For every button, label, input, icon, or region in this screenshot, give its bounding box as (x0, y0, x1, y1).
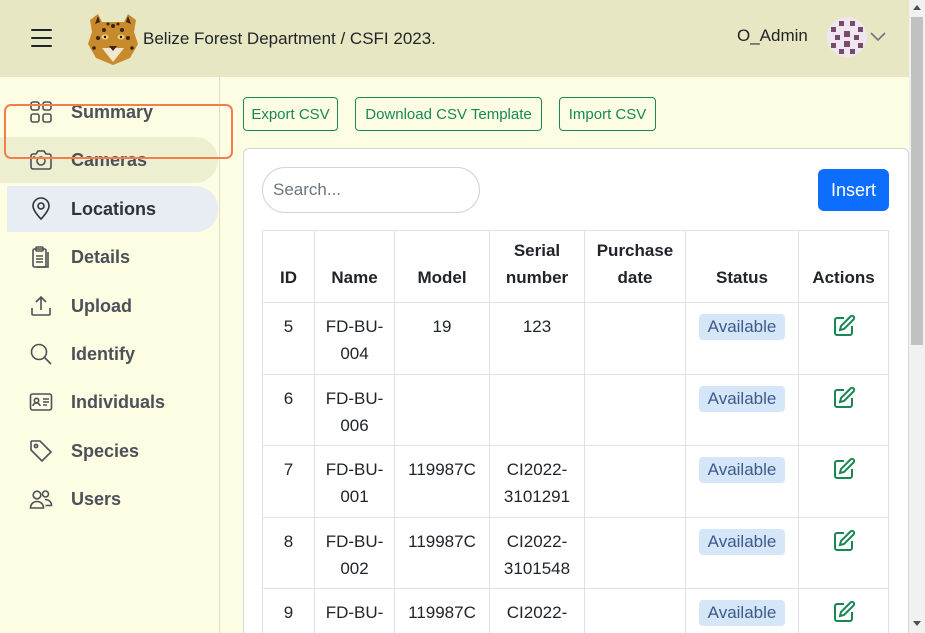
sidebar-item-individuals[interactable]: Individuals (0, 379, 218, 425)
cell-actions (798, 588, 889, 633)
clipboard-icon (32, 246, 49, 268)
cell-actions (798, 373, 889, 446)
vertical-scrollbar[interactable] (909, 0, 925, 633)
cell-name: FD-BU-001 (314, 445, 395, 518)
sidebar-item-label: Users (71, 488, 122, 509)
table-row: 8 FD-BU-002 119987C CI2022-3101548 Avail… (262, 516, 889, 589)
cell-purchase-date (584, 302, 686, 375)
download-template-button[interactable]: Download CSV Template (355, 97, 542, 131)
cell-serial: CI2022-3101302 (489, 588, 585, 633)
sidebar-item-identify[interactable]: Identify (0, 331, 218, 377)
cell-status: Available (685, 516, 799, 589)
app-title: Belize Forest Department / CSFI 2023. (143, 29, 436, 48)
table-header-row: ID Name Model Serial number Purchase dat… (262, 230, 889, 303)
cell-model: 19 (394, 302, 490, 375)
cell-name: FD-BU-003 (314, 588, 395, 633)
sidebar-item-species[interactable]: Species (0, 428, 218, 474)
import-csv-button[interactable]: Import CSV (559, 97, 656, 131)
cell-name: FD-BU-002 (314, 516, 395, 589)
tag-icon (30, 440, 53, 463)
cell-id: 6 (262, 373, 315, 446)
scroll-up-arrow-icon[interactable] (913, 5, 921, 10)
chevron-down-icon[interactable] (869, 29, 887, 43)
sidebar-item-label: Details (71, 246, 131, 267)
edit-icon[interactable] (832, 457, 856, 481)
sidebar-item-upload[interactable]: Upload (0, 283, 218, 329)
status-badge: Available (698, 314, 786, 340)
cell-model: 119987C (394, 588, 490, 633)
cell-status: Available (685, 445, 799, 518)
cameras-table: ID Name Model Serial number Purchase dat… (262, 230, 889, 633)
insert-button[interactable]: Insert (818, 169, 889, 211)
cell-id: 9 (262, 588, 315, 633)
cell-serial: 123 (489, 302, 585, 375)
cell-purchase-date (584, 373, 686, 446)
cell-serial: CI2022-3101291 (489, 445, 585, 518)
sidebar-item-locations[interactable]: Locations (7, 186, 218, 232)
export-csv-button[interactable]: Export CSV (243, 97, 338, 131)
table-row: 9 FD-BU-003 119987C CI2022-3101302 Avail… (262, 588, 889, 633)
cell-name: FD-BU-004 (314, 302, 395, 375)
status-badge: Available (698, 385, 786, 412)
cell-name: FD-BU-006 (314, 373, 395, 446)
status-badge: Available (698, 600, 786, 626)
map-pin-icon (32, 197, 50, 221)
cell-actions (798, 302, 889, 375)
avatar[interactable] (827, 17, 867, 57)
sidebar-item-label: Identify (71, 343, 136, 364)
cell-actions (798, 445, 889, 518)
scroll-down-arrow-icon[interactable] (913, 621, 921, 626)
cell-purchase-date (584, 516, 686, 589)
cell-status: Available (685, 373, 799, 446)
edit-icon[interactable] (832, 600, 856, 624)
table-row: 6 FD-BU-006 Available (262, 373, 889, 446)
edit-icon[interactable] (832, 314, 856, 338)
cell-id: 8 (262, 516, 315, 589)
column-header-purchase-date[interactable]: Purchase date (584, 230, 686, 303)
cell-id: 7 (262, 445, 315, 518)
search-input[interactable]: Search... (262, 167, 480, 213)
sidebar-item-label: Species (71, 440, 140, 461)
column-header-name[interactable]: Name (314, 230, 395, 303)
user-name[interactable]: O_Admin (737, 26, 808, 46)
sidebar-item-label: Locations (71, 198, 157, 219)
column-header-id[interactable]: ID (262, 230, 315, 303)
jaguar-logo (88, 14, 138, 65)
cell-purchase-date (584, 588, 686, 633)
sidebar-item-details[interactable]: Details (0, 234, 218, 280)
sidebar-item-label: Upload (71, 295, 132, 316)
search-icon (30, 343, 52, 365)
cell-status: Available (685, 588, 799, 633)
cell-serial (489, 373, 585, 446)
menu-icon[interactable] (31, 29, 52, 47)
cell-purchase-date (584, 445, 686, 518)
status-badge: Available (698, 457, 786, 483)
active-highlight (4, 104, 233, 159)
cell-status: Available (685, 302, 799, 375)
scrollbar-thumb[interactable] (911, 17, 923, 345)
column-header-model[interactable]: Model (394, 230, 490, 303)
top-header: Belize Forest Department / CSFI 2023. O_… (0, 0, 909, 77)
column-header-serial[interactable]: Serial number (489, 230, 585, 303)
sidebar-item-users[interactable]: Users (0, 476, 218, 522)
sidebar-item-label: Individuals (71, 391, 166, 412)
cell-model: 119987C (394, 516, 490, 589)
table-row: 7 FD-BU-001 119987C CI2022-3101291 Avail… (262, 445, 889, 518)
users-icon (29, 490, 53, 509)
cell-model (394, 373, 490, 446)
edit-icon[interactable] (832, 529, 856, 553)
table-row: 5 FD-BU-004 19 123 Available (262, 302, 889, 375)
cell-model: 119987C (394, 445, 490, 518)
edit-icon[interactable] (832, 386, 856, 410)
cell-actions (798, 516, 889, 589)
upload-icon (31, 295, 51, 316)
cell-serial: CI2022-3101548 (489, 516, 585, 589)
column-header-status[interactable]: Status (685, 230, 799, 303)
status-badge: Available (698, 528, 786, 555)
cell-id: 5 (262, 302, 315, 375)
id-card-icon (29, 393, 53, 411)
column-header-actions: Actions (798, 230, 889, 303)
